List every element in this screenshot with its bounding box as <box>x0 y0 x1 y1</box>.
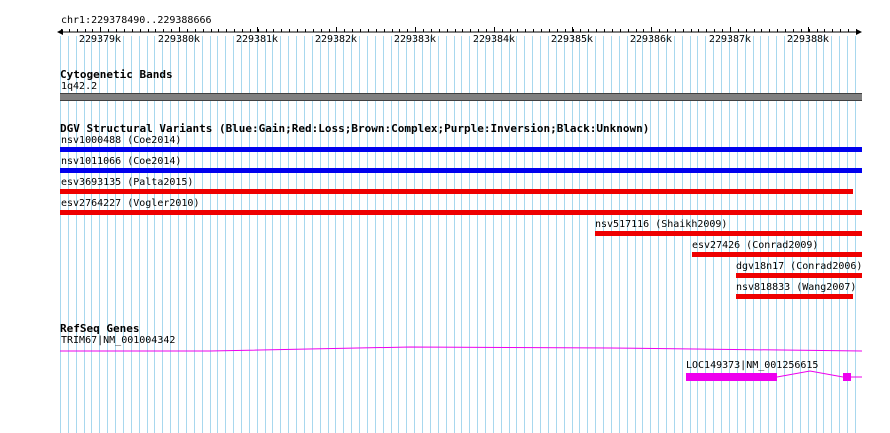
gene-exon-loc149373 <box>843 373 851 381</box>
gene-exon-loc149373 <box>686 373 777 381</box>
gene-label: LOC149373|NM_001256615 <box>686 360 819 371</box>
genome-browser-view: chr1:229378490..229388666 229379k 229380k… <box>0 0 890 433</box>
gene-intron-trim67 <box>60 346 863 352</box>
